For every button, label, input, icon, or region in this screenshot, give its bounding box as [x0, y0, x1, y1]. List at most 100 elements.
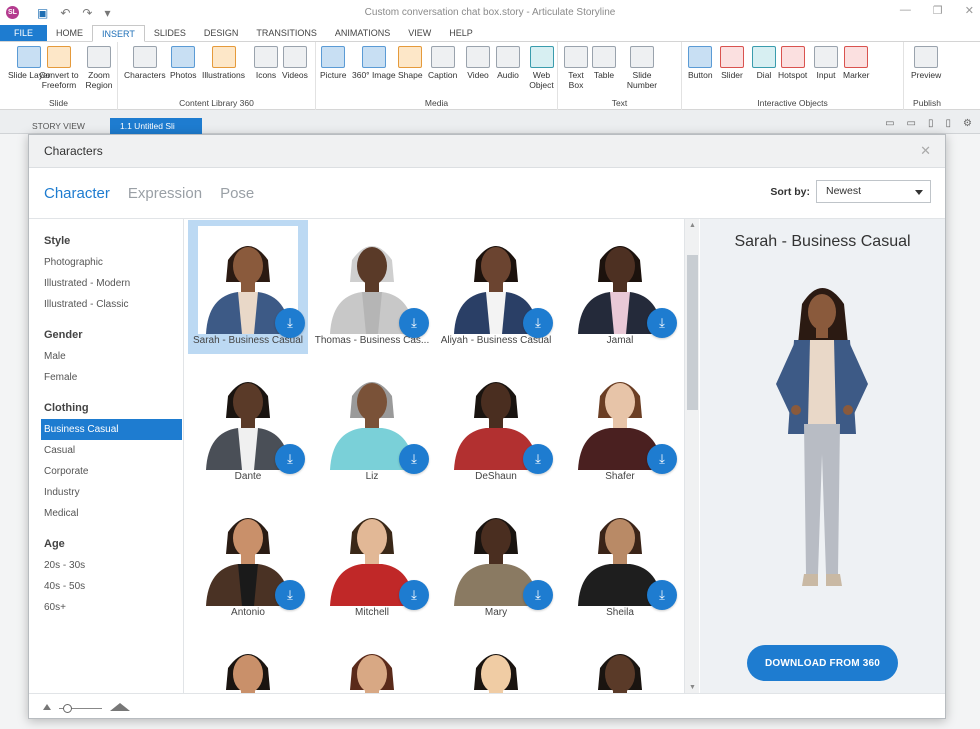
scroll-thumb[interactable] — [687, 255, 698, 410]
download-icon[interactable]: ⤓ — [523, 580, 553, 610]
download-icon[interactable]: ⤓ — [399, 444, 429, 474]
download-icon[interactable]: ⤓ — [275, 308, 305, 338]
character-card[interactable] — [312, 628, 432, 694]
filter-item[interactable]: Industry — [29, 482, 183, 503]
tab-animations[interactable]: ANIMATIONS — [326, 25, 399, 41]
text-box-button[interactable]: Text Box — [564, 46, 588, 90]
tab-help[interactable]: HELP — [440, 25, 482, 41]
tablet-portrait-icon[interactable]: ▯ — [928, 118, 934, 129]
web-object-button[interactable]: Web Object — [526, 46, 557, 90]
download-icon[interactable]: ⤓ — [399, 308, 429, 338]
scroll-down-icon[interactable]: ▼ — [689, 684, 696, 691]
filter-item[interactable]: 20s - 30s — [29, 555, 183, 576]
redo-icon[interactable]: ↷ — [82, 6, 92, 20]
tab-transitions[interactable]: TRANSITIONS — [247, 25, 326, 41]
tab-view[interactable]: VIEW — [399, 25, 440, 41]
character-card[interactable]: Thomas - Business Cas... ⤓ — [312, 220, 432, 354]
download-icon[interactable]: ⤓ — [523, 308, 553, 338]
tab-file[interactable]: FILE — [0, 25, 48, 41]
characters-button[interactable]: Characters — [124, 46, 166, 80]
tab-insert[interactable]: INSERT — [92, 25, 145, 42]
filter-item[interactable]: Female — [29, 367, 183, 388]
filter-item[interactable]: Casual — [29, 440, 183, 461]
dial-button[interactable]: Dial — [752, 46, 776, 80]
tablet-landscape-icon[interactable]: ▭ — [907, 118, 916, 129]
download-icon[interactable]: ⤓ — [647, 580, 677, 610]
zoom-slider-knob[interactable] — [63, 704, 72, 713]
subtab-pose[interactable]: Pose — [220, 185, 254, 202]
shape-button[interactable]: Shape — [398, 46, 423, 80]
dialog-close-icon[interactable]: ✕ — [920, 143, 931, 159]
preview-button[interactable]: Preview — [911, 46, 941, 80]
character-card[interactable]: Liz ⤓ — [312, 356, 432, 490]
grid-scrollbar[interactable]: ▲ ▼ — [684, 219, 699, 694]
icons-button[interactable]: Icons — [254, 46, 278, 80]
character-card[interactable]: Aliyah - Business Casual ⤓ — [436, 220, 556, 354]
photos-button[interactable]: Photos — [170, 46, 196, 80]
download-icon[interactable]: ⤓ — [523, 444, 553, 474]
character-card[interactable] — [188, 628, 308, 694]
download-icon[interactable]: ⤓ — [647, 308, 677, 338]
tab-story-view[interactable]: STORY VIEW — [22, 118, 95, 134]
filter-item[interactable]: 40s - 50s — [29, 576, 183, 597]
filter-item[interactable]: Illustrated - Classic — [29, 294, 183, 315]
character-card[interactable]: DeShaun ⤓ — [436, 356, 556, 490]
subtab-character[interactable]: Character — [44, 185, 110, 202]
download-icon[interactable]: ⤓ — [647, 444, 677, 474]
tab-design[interactable]: DESIGN — [195, 25, 248, 41]
character-card[interactable] — [436, 628, 556, 694]
filter-item[interactable]: Medical — [29, 503, 183, 524]
laptop-icon[interactable]: ▭ — [885, 118, 894, 129]
restore-icon[interactable]: ❐ — [933, 4, 943, 17]
tab-slide[interactable]: 1.1 Untitled Sli — [110, 118, 202, 134]
video-button[interactable]: Video — [466, 46, 490, 80]
table-button[interactable]: Table — [592, 46, 616, 80]
character-card[interactable]: Mary ⤓ — [436, 492, 556, 626]
scroll-up-icon[interactable]: ▲ — [689, 222, 696, 229]
input-button[interactable]: Input — [814, 46, 838, 80]
videos-button[interactable]: Videos — [282, 46, 308, 80]
download-icon[interactable]: ⤓ — [275, 444, 305, 474]
hotspot-button[interactable]: Hotspot — [778, 46, 807, 80]
character-card[interactable]: Sarah - Business Casual ⤓ — [188, 220, 308, 354]
character-card[interactable]: Mitchell ⤓ — [312, 492, 432, 626]
filter-item[interactable]: 60s+ — [29, 597, 183, 618]
zoom-region-button[interactable]: Zoom Region — [84, 46, 114, 90]
settings-gear-icon[interactable]: ⚙ — [963, 118, 972, 129]
filter-item[interactable]: Photographic — [29, 252, 183, 273]
character-card[interactable]: Dante ⤓ — [188, 356, 308, 490]
download-from-360-button[interactable]: DOWNLOAD FROM 360 — [747, 645, 898, 681]
download-icon[interactable]: ⤓ — [275, 580, 305, 610]
phone-icon[interactable]: ▯ — [946, 118, 952, 129]
filter-item[interactable]: Business Casual — [41, 419, 182, 440]
slide-number-button[interactable]: Slide Number — [622, 46, 662, 90]
save-icon[interactable]: ▣ — [37, 6, 48, 20]
sort-select[interactable]: Newest — [816, 180, 931, 203]
button-button[interactable]: Button — [688, 46, 713, 80]
convert-freeform-button[interactable]: Convert to Freeform — [37, 46, 81, 90]
character-card[interactable]: Jamal ⤓ — [560, 220, 680, 354]
marker-button[interactable]: Marker — [843, 46, 869, 80]
filter-item[interactable]: Corporate — [29, 461, 183, 482]
picture-button[interactable]: Picture — [320, 46, 346, 80]
audio-button[interactable]: Audio — [496, 46, 520, 80]
close-icon[interactable]: ✕ — [965, 4, 974, 17]
undo-icon[interactable]: ↶ — [60, 6, 70, 20]
tab-slides[interactable]: SLIDES — [145, 25, 195, 41]
image-360-button[interactable]: 360° Image — [352, 46, 396, 80]
character-card[interactable]: Sheila ⤓ — [560, 492, 680, 626]
filter-item[interactable]: Illustrated - Modern — [29, 273, 183, 294]
customize-qat-icon[interactable]: ▾ — [104, 6, 110, 20]
zoom-in-icon[interactable] — [110, 703, 130, 711]
subtab-expression[interactable]: Expression — [128, 185, 202, 202]
tab-home[interactable]: HOME — [47, 25, 92, 41]
slider-button[interactable]: Slider — [720, 46, 744, 80]
minimize-icon[interactable]: — — [900, 4, 911, 17]
character-card[interactable]: Shafer ⤓ — [560, 356, 680, 490]
filter-item[interactable]: Male — [29, 346, 183, 367]
illustrations-button[interactable]: Illustrations — [202, 46, 245, 80]
zoom-out-icon[interactable] — [43, 704, 51, 710]
download-icon[interactable]: ⤓ — [399, 580, 429, 610]
character-card[interactable]: Antonio ⤓ — [188, 492, 308, 626]
character-card[interactable] — [560, 628, 680, 694]
